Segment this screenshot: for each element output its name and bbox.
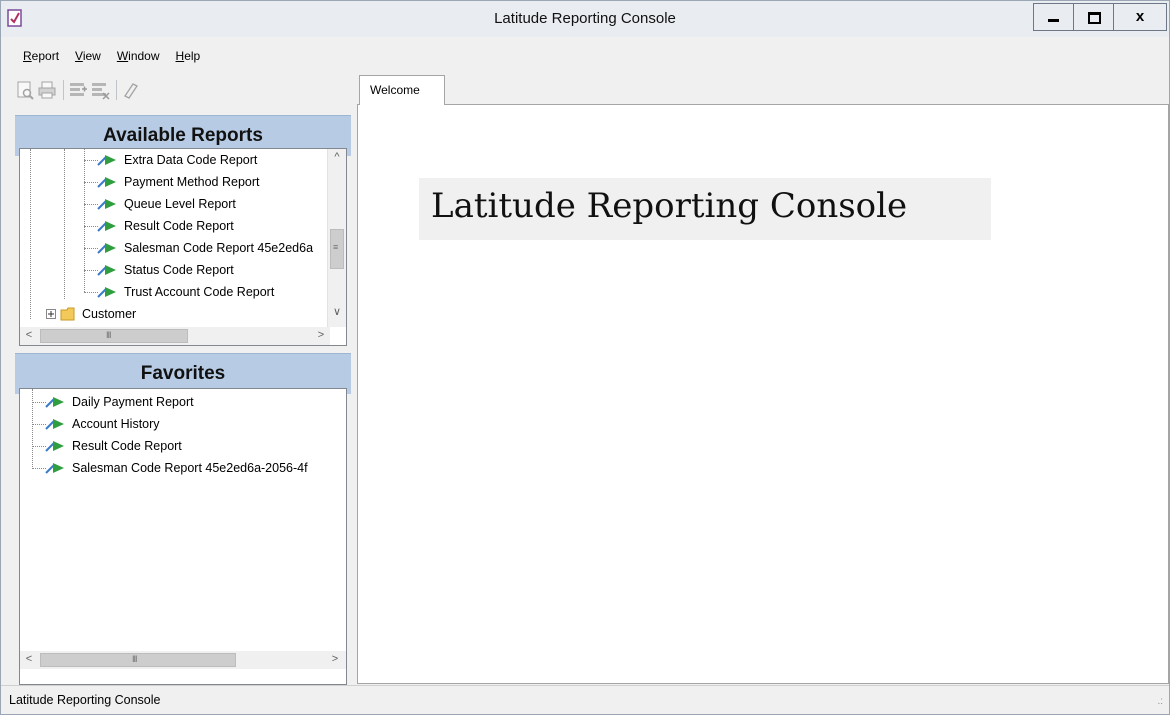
scroll-left-arrow[interactable]: < [20, 329, 38, 341]
favorite-item-result-code[interactable]: Result Code Report [44, 435, 182, 457]
report-item-extra-data-code[interactable]: Extra Data Code Report [96, 149, 257, 171]
status-text: Latitude Reporting Console [9, 693, 161, 707]
maximize-button[interactable] [1073, 3, 1113, 31]
report-item-trust-account-code[interactable]: Trust Account Code Report [96, 281, 274, 303]
scroll-thumb[interactable] [40, 653, 236, 667]
favorite-item-daily-payment[interactable]: Daily Payment Report [44, 391, 194, 413]
resize-grip-icon[interactable]: .: [1157, 696, 1163, 707]
report-item-salesman-code[interactable]: Salesman Code Report 45e2ed6a [96, 237, 313, 259]
toolbar-separator [63, 80, 64, 100]
print-icon[interactable] [37, 80, 57, 100]
reports-vertical-scrollbar[interactable]: ^ ≡ ∨ [327, 149, 346, 327]
available-reports-tree[interactable]: Extra Data Code Report Payment Method Re… [19, 148, 347, 346]
report-icon [97, 155, 116, 166]
report-icon [97, 221, 116, 232]
report-item-payment-method[interactable]: Payment Method Report [96, 171, 260, 193]
report-item-result-code[interactable]: Result Code Report [96, 215, 234, 237]
menu-report[interactable]: Report [15, 47, 67, 67]
scroll-right-arrow[interactable]: > [312, 329, 330, 341]
minimize-icon [1048, 19, 1059, 22]
clear-icon[interactable] [121, 80, 141, 100]
toolbar-separator [116, 80, 117, 100]
expand-icon[interactable] [46, 309, 56, 319]
menu-window[interactable]: Window [109, 47, 168, 67]
print-preview-icon[interactable] [15, 80, 35, 100]
menu-view[interactable]: View [67, 47, 109, 67]
scroll-up-arrow[interactable]: ^ [328, 151, 346, 163]
left-pane: Available Reports Extra Data Code Report… [15, 105, 351, 685]
scroll-grip: III [132, 654, 137, 664]
report-icon [45, 463, 64, 474]
menu-bar: Report View Window Help [15, 47, 208, 67]
favorites-horizontal-scrollbar[interactable]: < III > [20, 651, 346, 669]
report-icon [97, 199, 116, 210]
folder-icon [60, 307, 75, 321]
report-icon [97, 243, 116, 254]
menu-help[interactable]: Help [168, 47, 209, 67]
window-title: Latitude Reporting Console [494, 10, 676, 27]
scroll-left-arrow[interactable]: < [20, 653, 38, 665]
status-bar: Latitude Reporting Console .: [1, 685, 1169, 714]
report-icon [45, 397, 64, 408]
report-item-queue-level[interactable]: Queue Level Report [96, 193, 236, 215]
tab-welcome[interactable]: Welcome [359, 75, 445, 105]
report-icon [45, 419, 64, 430]
close-button[interactable]: x [1113, 3, 1167, 31]
folder-customer[interactable]: Customer [46, 303, 136, 325]
scroll-grip: III [106, 330, 111, 340]
title-bar[interactable]: Latitude Reporting Console x [1, 1, 1169, 37]
report-icon [45, 441, 64, 452]
close-icon: x [1135, 8, 1145, 25]
favorite-item-salesman-code[interactable]: Salesman Code Report 45e2ed6a-2056-4f [44, 457, 308, 479]
minimize-button[interactable] [1033, 3, 1073, 31]
reports-horizontal-scrollbar[interactable]: < III > [20, 327, 330, 345]
maximize-icon [1088, 12, 1101, 24]
add-favorite-icon[interactable] [68, 80, 88, 100]
report-icon [97, 177, 116, 188]
report-icon [97, 265, 116, 276]
scroll-down-arrow[interactable]: ∨ [328, 305, 346, 318]
scroll-thumb[interactable] [40, 329, 188, 343]
app-window: Latitude Reporting Console x Report View… [0, 0, 1170, 715]
welcome-heading: Latitude Reporting Console [419, 178, 991, 240]
report-icon [97, 287, 116, 298]
scroll-right-arrow[interactable]: > [326, 653, 344, 665]
tree-connector [64, 149, 65, 299]
remove-favorite-icon[interactable] [90, 80, 110, 100]
favorites-tree[interactable]: Daily Payment Report Account History Res… [19, 388, 347, 685]
tree-connector [32, 389, 33, 467]
tree-connector [30, 149, 31, 319]
favorite-item-account-history[interactable]: Account History [44, 413, 160, 435]
toolbar [15, 77, 143, 103]
report-item-status-code[interactable]: Status Code Report [96, 259, 234, 281]
